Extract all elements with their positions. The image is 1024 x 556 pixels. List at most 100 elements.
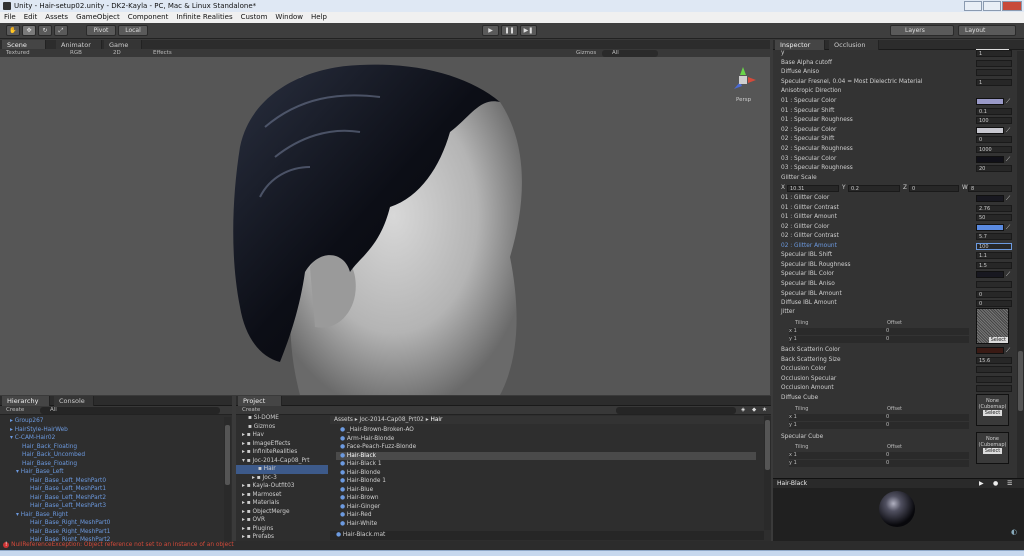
folder-item[interactable]: ▸ ▪ Kayla-Outfit03 (236, 482, 328, 491)
glitter-scale-w[interactable]: 8 (968, 185, 1012, 192)
hierarchy-scroll-thumb[interactable] (225, 425, 230, 485)
tab-console[interactable]: Console (54, 396, 94, 406)
property-slider[interactable] (976, 385, 1012, 393)
file-item[interactable]: ● Hair-Brown (336, 494, 756, 503)
folder-item[interactable]: ▸ ▪ OVR (236, 516, 328, 525)
jitter-select-label[interactable]: Select (988, 337, 1008, 343)
filter-type-icon[interactable]: ◈ (741, 406, 749, 415)
jitter-tiling-y-row[interactable]: y 10 (789, 336, 969, 343)
project-scrollbar[interactable] (764, 416, 771, 530)
menu-gameobject[interactable]: GameObject (72, 12, 124, 23)
filter-label-icon[interactable]: ◆ (752, 406, 760, 415)
eyedropper-icon[interactable]: ⟋ (1006, 195, 1013, 202)
breadcrumb-hair[interactable]: Hair (430, 417, 442, 423)
eyedropper-icon[interactable]: ⟋ (1006, 224, 1013, 231)
menu-help[interactable]: Help (307, 12, 331, 23)
layers-dropdown[interactable]: Layers (890, 25, 954, 36)
inspector-scrollbar[interactable] (1017, 51, 1024, 491)
file-item[interactable]: ● Hair-Blonde (336, 469, 756, 478)
property-value-field[interactable]: 1000 (976, 146, 1012, 153)
hierarchy-item[interactable]: Hair_Base_Left_MeshPart2 (0, 494, 222, 503)
glitter-scale-z[interactable]: 0 (909, 185, 959, 192)
diffuse-cube-y-row[interactable]: y 10 (789, 422, 969, 429)
file-item[interactable]: ● Hair-White (336, 520, 756, 529)
color-swatch[interactable] (976, 126, 1004, 134)
diffuse-cube-slot[interactable]: None (Cubemap) Select (976, 394, 1009, 426)
folder-item-selected[interactable]: ▪ Hair (236, 465, 328, 474)
property-value-field[interactable]: 15.6 (976, 356, 1012, 364)
hierarchy-item[interactable]: Hair_Base_Right_MeshPart1 (0, 528, 222, 537)
diffuse-cube-x-row[interactable]: x 10 (789, 414, 969, 421)
property-slider[interactable] (976, 366, 1012, 374)
pivot-button[interactable]: Pivot (86, 25, 116, 36)
favorite-star-icon[interactable]: ★ (762, 406, 770, 415)
folder-item[interactable]: ▸ ▪ InfiniteRealities (236, 448, 328, 457)
color-swatch[interactable] (976, 223, 1004, 231)
hand-tool-button[interactable]: ✋ (6, 25, 20, 36)
folder-item[interactable]: ▸ ▪ ImageEffects (236, 440, 328, 449)
preview-light-icon[interactable]: ◐ (1011, 528, 1017, 536)
color-swatch[interactable] (976, 271, 1004, 279)
hierarchy-search-input[interactable]: All (40, 407, 220, 414)
property-value-field[interactable]: 0 (976, 300, 1012, 308)
color-swatch[interactable] (976, 98, 1004, 105)
property-value-field[interactable]: 100 (976, 117, 1012, 125)
property-slider[interactable] (976, 69, 1012, 77)
menu-component[interactable]: Component (124, 12, 173, 23)
folder-item[interactable]: ▾ ▪ Joc-2014-Cap08_Prt (236, 457, 328, 466)
folder-item[interactable]: ▸ ▪ Materials (236, 499, 328, 508)
menu-infinite-realities[interactable]: Infinite Realities (172, 12, 236, 23)
move-tool-button[interactable]: ✥ (22, 25, 36, 36)
file-item[interactable]: ● Hair-Blue (336, 486, 756, 495)
property-value-field[interactable]: 1.1 (976, 252, 1012, 260)
property-slider[interactable] (976, 375, 1012, 383)
hierarchy-item[interactable]: Hair_Base_Right_MeshPart0 (0, 519, 222, 528)
hierarchy-item[interactable]: Hair_Base_Floating (0, 460, 222, 469)
file-item[interactable]: ● Arm-Hair-Blonde (336, 435, 756, 444)
breadcrumb-folder[interactable]: Joc-2014-Cap08_Prt02 (359, 417, 423, 423)
hierarchy-item[interactable]: Hair_Back_Uncombed (0, 451, 222, 460)
folder-item[interactable]: ▸ ▪ ObjectMerge (236, 508, 328, 517)
scene-viewport[interactable]: Persp (0, 57, 770, 395)
rotate-tool-button[interactable]: ↻ (38, 25, 52, 36)
glitter-scale-y[interactable]: 0.2 (848, 185, 900, 192)
hierarchy-item[interactable]: ▾ Hair_Base_Right (0, 511, 222, 520)
property-value-field[interactable]: 2.76 (976, 204, 1012, 212)
hierarchy-create-button[interactable]: Create (6, 406, 24, 415)
scale-tool-button[interactable]: ⤢ (54, 25, 68, 36)
eyedropper-icon[interactable]: ⟋ (1006, 98, 1013, 105)
property-value-field[interactable]: 0.1 (976, 107, 1012, 115)
eyedropper-icon[interactable]: ⟋ (1006, 156, 1013, 163)
step-button[interactable]: ▶❚ (520, 25, 537, 36)
tab-project[interactable]: Project (238, 396, 282, 406)
spec-cube-x-row[interactable]: x 10 (789, 452, 969, 459)
folder-item[interactable]: ▪ SI-DOME (236, 414, 328, 423)
local-button[interactable]: Local (118, 25, 148, 36)
menu-assets[interactable]: Assets (41, 12, 72, 23)
property-value-field[interactable]: 0 (976, 136, 1012, 144)
property-value-field[interactable]: 1 (976, 50, 1012, 57)
folder-item[interactable]: ▸ ▪ Joc-3 (236, 474, 328, 483)
orientation-gizmo[interactable]: Persp (728, 65, 758, 107)
jitter-texture-slot[interactable]: Select (976, 308, 1009, 344)
property-value-field[interactable]: 5.7 (976, 233, 1012, 241)
eyedropper-icon[interactable]: ⟋ (1006, 127, 1013, 134)
color-swatch[interactable] (976, 155, 1004, 163)
property-value-field[interactable]: 100 (976, 242, 1012, 250)
folder-item[interactable]: ▸ ▪ Marmoset (236, 491, 328, 500)
property-value-field[interactable]: 1 (976, 78, 1012, 86)
status-bar[interactable]: ! NullReferenceException: Object referen… (0, 541, 1024, 550)
file-item[interactable]: ● Hair-Black 1 (336, 460, 756, 469)
specular-cube-slot[interactable]: None (Cubemap) Select (976, 432, 1009, 464)
property-value-field[interactable]: 20 (976, 165, 1012, 173)
property-value-field[interactable]: 0 (976, 290, 1012, 298)
file-item[interactable]: ● _Hair-Brown-Broken-AO (336, 426, 756, 435)
hierarchy-item[interactable]: Hair_Base_Left_MeshPart1 (0, 485, 222, 494)
hierarchy-item[interactable]: Hair_Base_Left_MeshPart3 (0, 502, 222, 511)
maximize-button[interactable] (983, 1, 1001, 11)
play-button[interactable]: ▶ (482, 25, 499, 36)
folder-item[interactable]: ▪ Gizmos (236, 423, 328, 432)
color-swatch[interactable] (976, 347, 1004, 354)
menu-file[interactable]: File (0, 12, 20, 23)
hierarchy-item[interactable]: ▾ C-CAM-Hair02 (0, 434, 222, 443)
